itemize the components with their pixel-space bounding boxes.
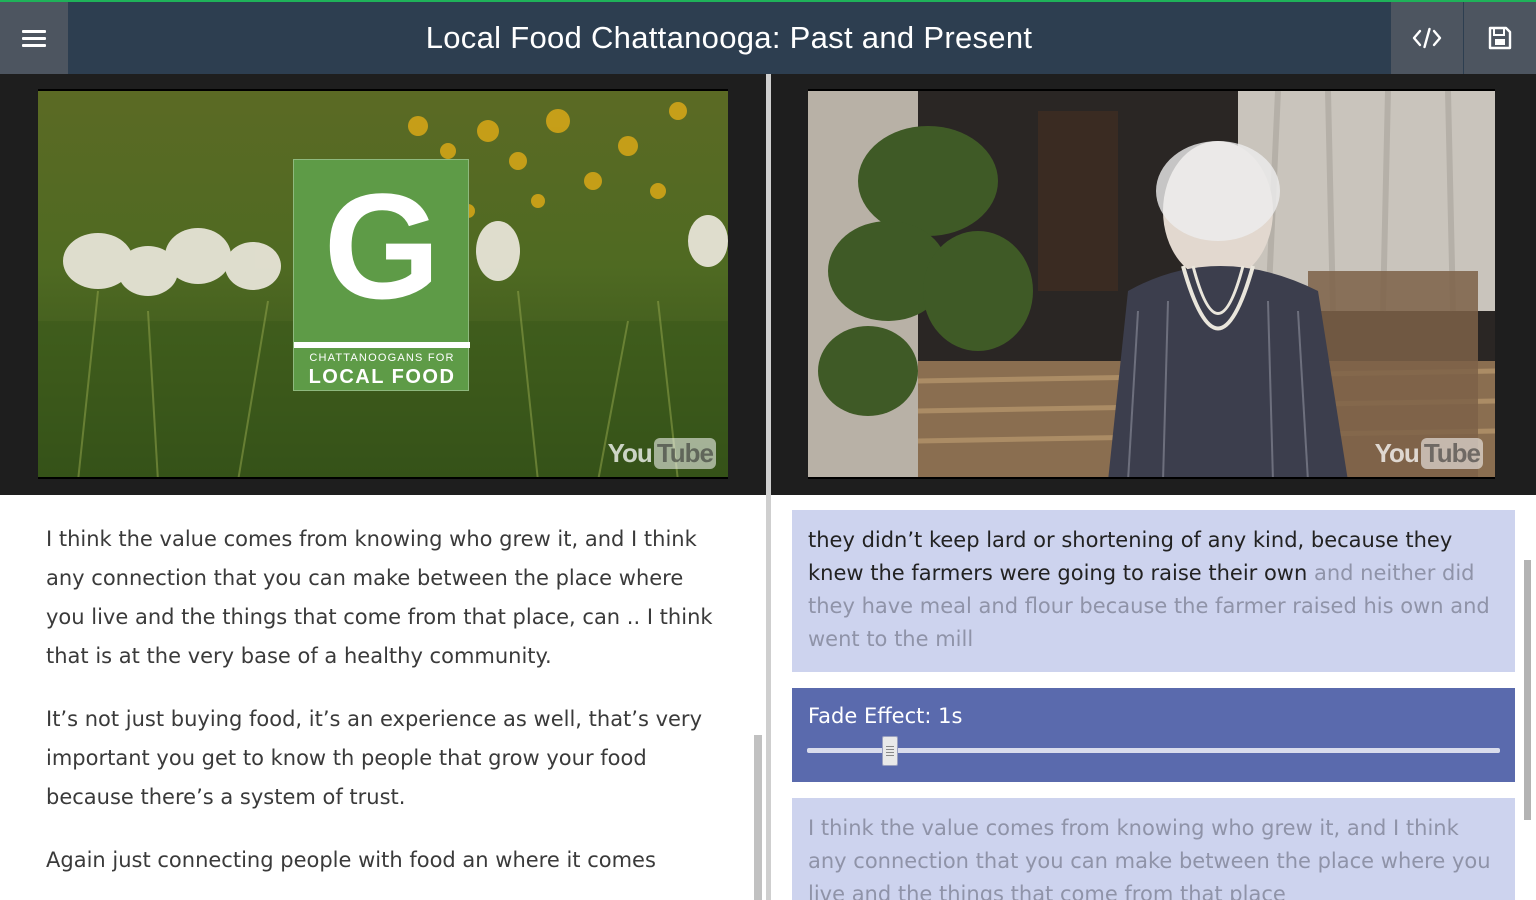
- top-bar: Local Food Chattanooga: Past and Present: [0, 0, 1536, 74]
- save-button[interactable]: [1464, 2, 1536, 74]
- left-video-player[interactable]: G CHATTANOOGANS FOR LOCAL FOOD You Tube: [38, 89, 728, 479]
- logo-line-1: CHATTANOOGANS FOR: [309, 352, 455, 364]
- left-transcript: I think the value comes from knowing who…: [46, 520, 726, 900]
- fade-slider-track[interactable]: [807, 748, 1500, 753]
- menu-button[interactable]: [0, 2, 68, 74]
- logo-line-2: LOCAL FOOD: [308, 366, 456, 388]
- transcript-paragraph: Again just connecting people with food a…: [46, 848, 656, 872]
- logo-rule: [294, 342, 470, 348]
- floppy-disk-icon: [1488, 26, 1512, 50]
- transcript-paragraph: It’s not just buying food, it’s an exper…: [46, 707, 702, 809]
- youtube-watermark: You Tube: [608, 438, 716, 469]
- quote-card-next[interactable]: I think the value comes from knowing who…: [792, 798, 1515, 900]
- video-frame-interview: [808, 91, 1495, 477]
- code-icon: [1412, 27, 1442, 49]
- fade-effect-label: Fade Effect: 1s: [808, 704, 963, 728]
- fade-slider-thumb[interactable]: [882, 736, 899, 766]
- left-scrollbar[interactable]: [754, 735, 762, 900]
- quote-card-active[interactable]: they didn’t keep lard or shortening of a…: [792, 510, 1515, 672]
- pane-divider[interactable]: [766, 74, 771, 900]
- page-title: Local Food Chattanooga: Past and Present: [425, 20, 1033, 55]
- fade-effect-panel: Fade Effect: 1s: [792, 688, 1515, 782]
- embed-code-button[interactable]: [1391, 2, 1463, 74]
- logo-letter: G: [323, 162, 441, 330]
- right-video-player[interactable]: You Tube: [808, 89, 1495, 479]
- hamburger-menu-icon: [22, 26, 46, 51]
- grip-icon: [886, 746, 895, 756]
- chattanoogans-logo: G CHATTANOOGANS FOR LOCAL FOOD: [293, 159, 470, 391]
- quote-next-text: I think the value comes from knowing who…: [808, 816, 1491, 900]
- transcript-paragraph: I think the value comes from knowing who…: [46, 527, 713, 668]
- youtube-watermark: You Tube: [1375, 438, 1483, 469]
- right-scrollbar[interactable]: [1524, 560, 1531, 820]
